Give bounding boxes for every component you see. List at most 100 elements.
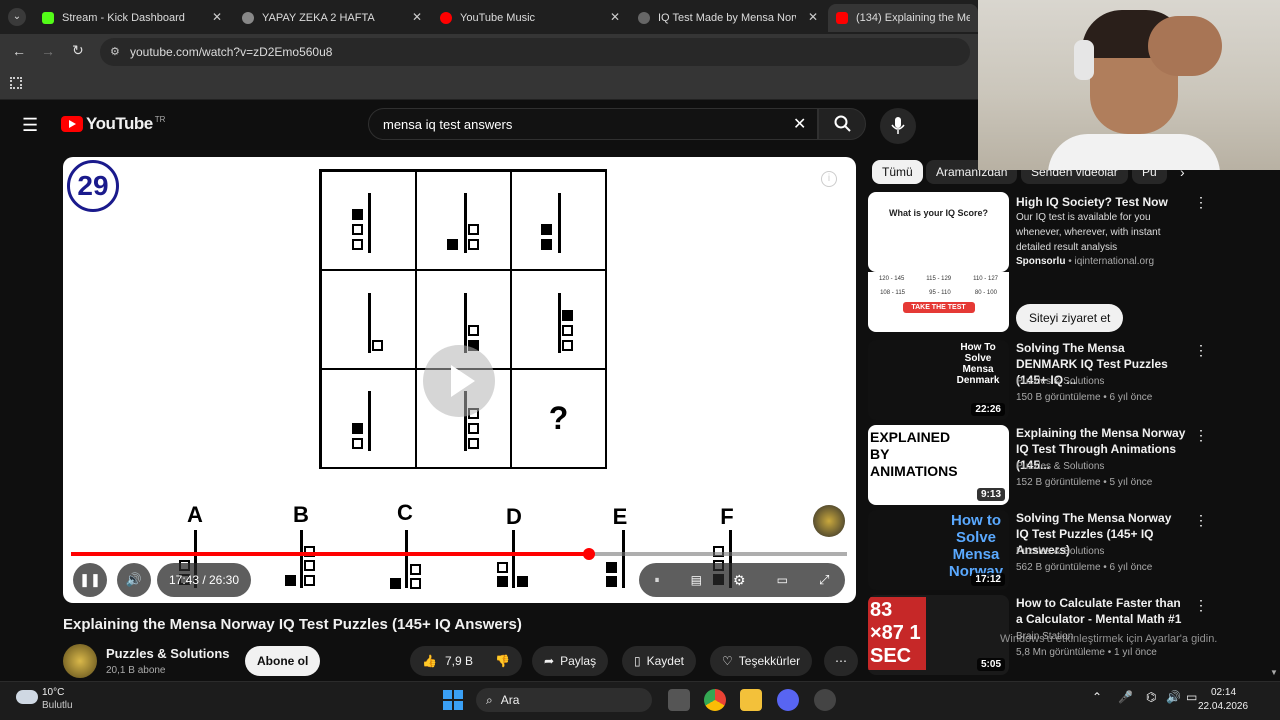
reload-icon[interactable]: ↻ [72,42,84,59]
close-tab-icon[interactable]: ✕ [610,10,620,24]
play-overlay-icon[interactable] [423,345,495,417]
site-info-icon[interactable]: ⚙ [110,45,120,58]
browser-tab-active[interactable]: (134) Explaining the Mensa [828,4,978,32]
youtube-play-logo-icon [61,116,83,132]
youtube-music-icon [440,12,452,24]
video-more-icon[interactable]: ⋮ [1194,597,1208,614]
video-thumbnail[interactable]: How To Solve Mensa Denmark 22:26 [868,340,1009,420]
related-video[interactable]: How To Solve Mensa Denmark 22:26 Solving… [868,340,1268,420]
browser-tab-bar: ⌄ Stream - Kick Dashboard ✕ YAPAY ZEKA 2… [0,0,978,34]
globe-icon [242,12,254,24]
chrome-icon[interactable] [704,689,726,711]
apps-grid-icon[interactable] [10,77,22,89]
video-thumbnail[interactable]: EXPLAINED BY ANIMATIONS 9:13 [868,425,1009,505]
wifi-icon[interactable]: ⌬ [1146,690,1156,704]
search-icon [834,115,851,132]
webcam-hand [1148,16,1222,76]
youtube-header: ☰ YouTube TR mensa iq test answers ✕ [0,100,978,150]
ad-thumbnail-body: 120 - 145 115 - 129 110 - 127 108 - 115 95 … [868,272,1009,332]
dislike-icon[interactable]: 👎 [495,654,510,668]
menu-icon[interactable]: ☰ [22,115,38,136]
volume-icon: 🔊 [125,572,143,587]
weather-icon[interactable] [16,690,38,704]
pause-icon: ❚❚ [79,572,101,587]
pause-button[interactable]: ❚❚ [73,563,107,597]
battery-icon[interactable]: ▭ [1186,690,1197,704]
channel-name[interactable]: Puzzles & Solutions [106,646,230,661]
volume-button[interactable]: 🔊 [117,563,151,597]
search-button[interactable] [818,108,866,140]
back-icon[interactable]: ← [12,43,26,59]
ad-more-icon[interactable]: ⋮ [1194,194,1208,211]
address-bar: ← → ↻ ⚙ youtube.com/watch?v=zD2Emo560u8 [0,34,978,70]
task-view-icon[interactable] [668,689,690,711]
obs-icon[interactable] [814,689,836,711]
video-thumbnail[interactable]: How to Solve Mensa Norway 17:12 [868,510,1009,590]
theater-mode-icon[interactable]: ▭ [777,573,788,587]
voice-search-button[interactable] [880,108,916,144]
forward-icon[interactable]: → [41,43,55,59]
video-more-icon[interactable]: ⋮ [1194,512,1208,529]
taskbar-search[interactable]: ⌕ Ara [476,688,652,712]
activation-watermark: Windows'u etkinleştirmek için Ayarlar'a … [1000,633,1218,645]
subscribe-button[interactable]: Abone ol [245,646,321,676]
share-button[interactable]: ➦ Paylaş [532,646,609,676]
file-explorer-icon[interactable] [740,689,762,711]
clock-date[interactable]: 22.04.2026 [1198,701,1248,712]
speaker-icon[interactable]: 🔊 [1166,690,1181,704]
webcam-headphones [1074,40,1094,80]
tray-chevron-icon[interactable]: ⌃ [1092,690,1102,704]
more-actions-button[interactable]: ⋯ [824,646,858,676]
close-tab-icon[interactable]: ✕ [212,10,222,24]
progress-bar[interactable] [71,548,847,560]
sponsored-ad[interactable]: What is your IQ Score? 120 - 145 115 - 12… [868,192,1268,342]
settings-icon[interactable]: ⚙ [733,572,746,589]
right-controls: ⏸ ▤ ⚙ ▭ ⤢ [639,563,845,597]
save-button[interactable]: ▯ Kaydet [622,646,696,676]
url-field[interactable]: ⚙ youtube.com/watch?v=zD2Emo560u8 [100,38,970,66]
share-icon: ➦ [544,654,555,668]
browser-tab[interactable]: Stream - Kick Dashboard ✕ [34,4,230,32]
time-display: 17:43 / 26:30 [157,563,251,597]
bookmark-icon: ▯ [634,654,641,668]
answer-option-b: B [261,500,341,590]
clock-time[interactable]: 02:14 [1211,687,1236,698]
channel-avatar[interactable] [63,644,97,678]
browser-tab[interactable]: YAPAY ZEKA 2 HAFTA ✕ [234,4,430,32]
video-player[interactable]: 29 i ? A B C D E F ❚❚ 🔊 17:43 / 26:30 ⏸ … [63,157,856,603]
browser-tab[interactable]: IQ Test Made by Mensa Norway ✕ [630,4,826,32]
browser-tab[interactable]: YouTube Music ✕ [432,4,628,32]
close-tab-icon[interactable]: ✕ [808,10,818,24]
video-more-icon[interactable]: ⋮ [1194,342,1208,359]
ad-thumbnail[interactable]: What is your IQ Score? [868,192,1009,272]
info-icon[interactable]: i [821,171,837,187]
autoplay-toggle-icon[interactable]: ⏸ [655,575,660,586]
discord-icon[interactable] [777,689,799,711]
puzzle-matrix: ? [319,169,607,469]
weather-temp[interactable]: 10°C [42,687,64,698]
tab-menu-chevron-icon[interactable]: ⌄ [8,8,26,26]
subtitles-icon[interactable]: ▤ [691,573,702,587]
channel-watermark-icon[interactable] [813,505,845,537]
chip-all[interactable]: Tümü [872,160,923,184]
visit-site-button[interactable]: Siteyi ziyaret et [1016,304,1124,332]
scrollbar[interactable]: ▼ [1270,668,1278,677]
close-tab-icon[interactable]: ✕ [412,10,422,24]
mic-tray-icon[interactable]: 🎤 [1118,690,1133,704]
answer-option-d: D [474,500,554,590]
related-video[interactable]: How to Solve Mensa Norway 17:12 Solving … [868,510,1268,590]
thanks-button[interactable]: ♡ Teşekkürler [710,646,813,676]
weather-desc: Bulutlu [42,700,73,711]
youtube-logo[interactable]: YouTube TR [61,114,165,134]
clear-search-icon[interactable]: ✕ [793,114,806,134]
fullscreen-icon[interactable]: ⤢ [819,572,829,588]
kick-icon [42,12,54,24]
like-button[interactable]: 👍 7,9 B 👎 [410,646,522,676]
related-video[interactable]: EXPLAINED BY ANIMATIONS 9:13 Explaining … [868,425,1268,505]
video-title: Explaining the Mensa Norway IQ Test Puzz… [63,616,522,633]
microphone-icon [891,117,905,134]
search-input[interactable]: mensa iq test answers ✕ [368,108,818,140]
windows-start-icon[interactable] [443,690,463,710]
video-more-icon[interactable]: ⋮ [1194,427,1208,444]
video-thumbnail[interactable]: 83 ×87 1 SEC 5:05 [868,595,1009,675]
